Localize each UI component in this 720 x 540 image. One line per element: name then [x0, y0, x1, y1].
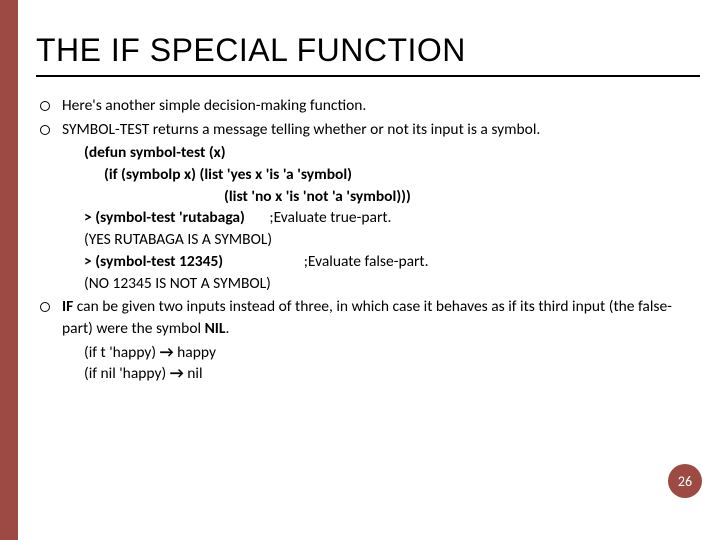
code-line: > (symbol-test 12345) ;Evaluate false-pa… [84, 251, 700, 273]
slide-content: THE IF SPECIAL FUNCTION Here's another s… [0, 0, 720, 407]
slide-title: THE IF SPECIAL FUNCTION [36, 32, 700, 77]
bullet-text: SYMBOL-TEST returns a message telling wh… [62, 120, 540, 139]
code-line: (defun symbol-test (x) [84, 142, 700, 164]
code-line: (if nil 'happy) → nil [84, 363, 700, 385]
code-line: (YES RUTABAGA IS A SYMBOL) [84, 229, 700, 251]
bullet-text-end: . [225, 319, 229, 338]
bullet-item: SYMBOL-TEST returns a message telling wh… [36, 119, 700, 295]
code-comment: ;Evaluate true-part. [245, 208, 392, 227]
arrow-icon: → [170, 364, 184, 383]
code-line: > (symbol-test 'rutabaga) ;Evaluate true… [84, 207, 700, 229]
bullet-text: Here's another simple decision-making fu… [62, 96, 366, 115]
code-result: happy [174, 343, 216, 362]
code-block: (if t 'happy) → happy (if nil 'happy) → … [84, 342, 700, 385]
code-expr: > (symbol-test 12345) [84, 252, 223, 271]
bullet-list: Here's another simple decision-making fu… [36, 95, 700, 385]
code-line: (NO 12345 IS NOT A SYMBOL) [84, 273, 700, 295]
page-number: 26 [678, 473, 692, 490]
symbol-test-name: SYMBOL-TEST [62, 120, 149, 139]
arrow-icon: → [160, 343, 174, 362]
code-expr: (if t 'happy) [84, 343, 160, 362]
code-result: nil [184, 364, 203, 383]
page-number-badge: 26 [668, 464, 702, 498]
bullet-text-tail: returns a message telling whether or not… [149, 120, 540, 139]
code-comment: ;Evaluate false-part. [223, 252, 428, 271]
bullet-text-mid: can be given two inputs instead of three… [62, 297, 672, 338]
nil-name: NIL [205, 319, 226, 338]
bullet-text: IF can be given two inputs instead of th… [62, 297, 672, 338]
code-line: (if (symbolp x) (list 'yes x 'is 'a 'sym… [84, 164, 700, 186]
code-expr: (if nil 'happy) [84, 364, 170, 383]
if-name: IF [62, 297, 73, 316]
code-expr: > (symbol-test 'rutabaga) [84, 208, 245, 227]
code-block: (defun symbol-test (x) (if (symbolp x) (… [84, 142, 700, 294]
code-line: (if t 'happy) → happy [84, 342, 700, 364]
code-line: (list 'no x 'is 'not 'a 'symbol))) [84, 186, 700, 208]
bullet-item: IF can be given two inputs instead of th… [36, 296, 700, 385]
accent-sidebar [0, 0, 18, 540]
bullet-item: Here's another simple decision-making fu… [36, 95, 700, 117]
